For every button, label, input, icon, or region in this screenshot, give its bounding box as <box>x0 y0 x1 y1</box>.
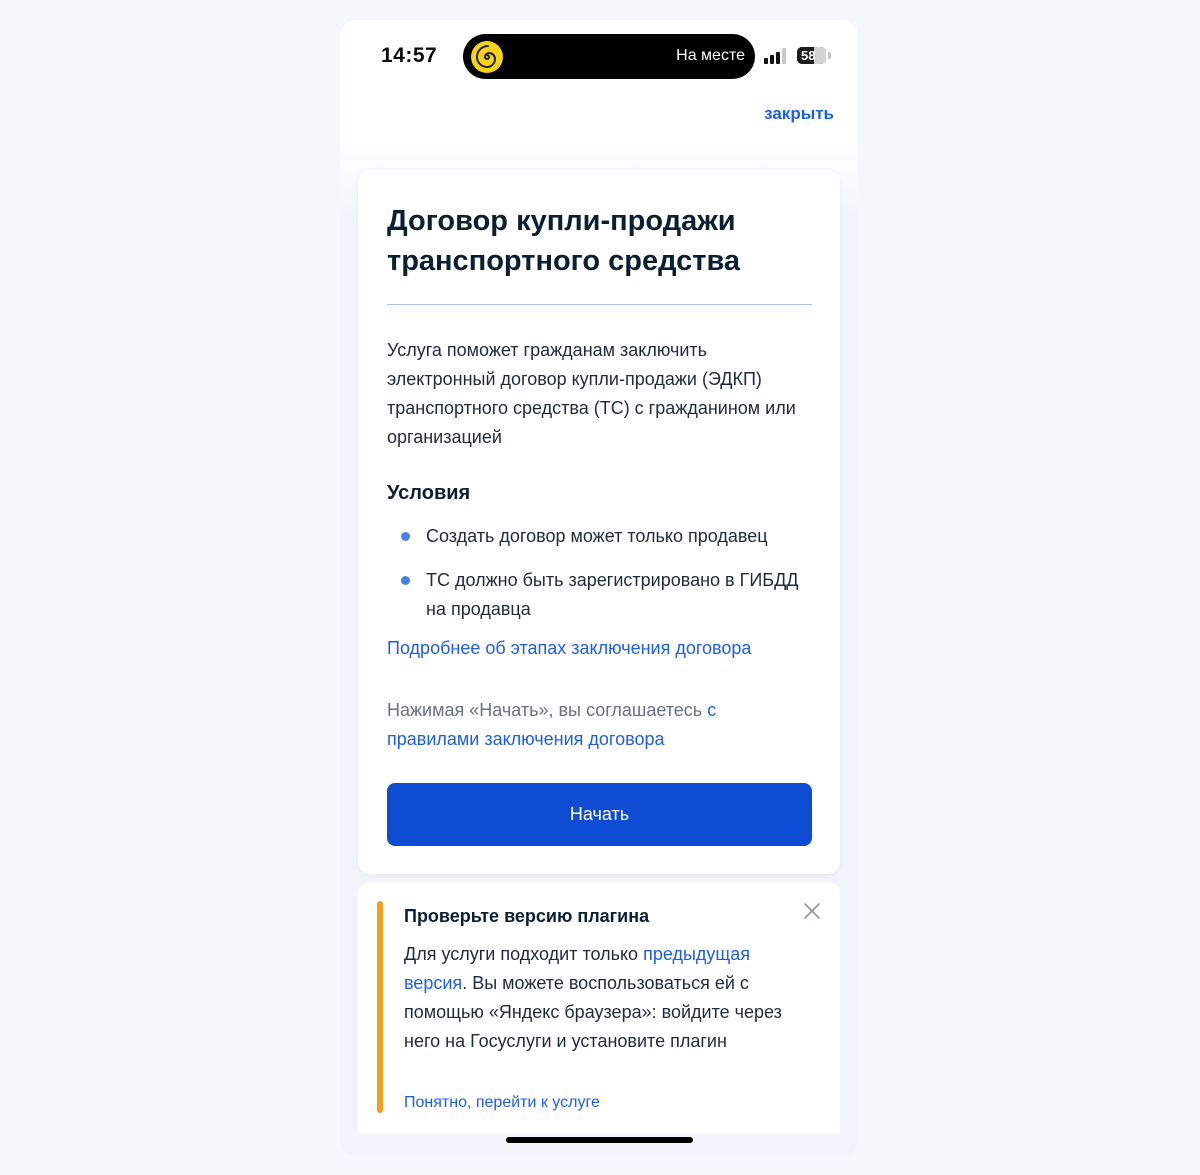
close-link[interactable]: закрыть <box>764 104 834 124</box>
close-icon[interactable] <box>802 901 822 921</box>
island-status-text: На месте <box>676 47 745 64</box>
condition-item: ТС должно быть зарегистрировано в ГИБДД … <box>387 566 817 624</box>
alert-accent-bar <box>377 901 383 1113</box>
condition-text: Создать договор может только продавец <box>426 526 768 546</box>
alert-title: Проверьте версию плагина <box>404 906 650 926</box>
condition-text: ТС должно быть зарегистрировано в ГИБДД … <box>426 570 799 619</box>
battery-icon: 58 <box>797 47 826 64</box>
page-title: Договор купли-продажи транспортного сред… <box>387 205 741 277</box>
agreement-text: Нажимая «Начать», вы соглашаетесь <box>387 700 708 720</box>
bullet-icon <box>401 576 410 585</box>
start-button[interactable]: Начать <box>387 783 812 846</box>
plugin-alert: Проверьте версию плагина Для услуги подх… <box>358 882 840 1134</box>
service-card: Договор купли-продажи транспортного сред… <box>358 170 840 874</box>
battery-percent: 58 <box>801 48 816 63</box>
spiral-logo-icon <box>471 41 503 73</box>
home-indicator[interactable] <box>506 1137 693 1143</box>
phone-screen: 14:57 На месте 58 закрыть Договор купли-… <box>340 20 858 1156</box>
alert-body-text: Для услуги подходит только <box>404 944 644 964</box>
contract-steps-link[interactable]: Подробнее об этапах заключения договора <box>387 638 751 659</box>
status-time: 14:57 <box>381 44 438 67</box>
conditions-heading: Условия <box>387 482 471 504</box>
bullet-icon <box>401 532 410 541</box>
condition-item: Создать договор может только продавец <box>387 522 817 551</box>
service-description: Услуга поможет гражданам заключить элект… <box>387 340 796 447</box>
dynamic-island[interactable]: На месте <box>463 34 755 79</box>
title-divider <box>387 304 812 305</box>
agreement-notice: Нажимая «Начать», вы соглашаетесь с прав… <box>387 696 807 754</box>
go-to-service-link[interactable]: Понятно, перейти к услуге <box>404 1094 600 1112</box>
conditions-list: Создать договор может только продавец ТС… <box>387 522 817 639</box>
battery-tip <box>828 52 831 59</box>
alert-body: Для услуги подходит только предыдущая ве… <box>404 940 794 1056</box>
cellular-signal-icon <box>764 48 790 64</box>
